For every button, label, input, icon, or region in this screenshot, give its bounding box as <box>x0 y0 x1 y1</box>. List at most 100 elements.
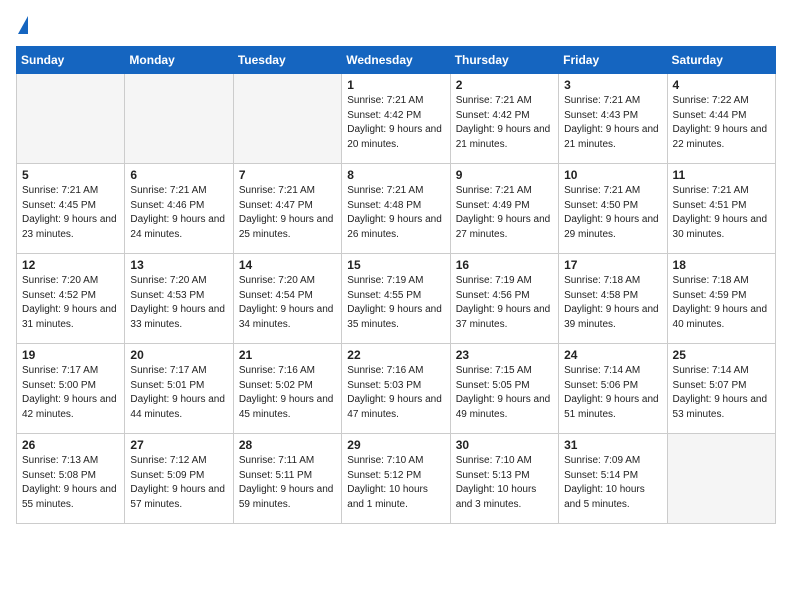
day-info: Sunrise: 7:19 AMSunset: 4:55 PMDaylight:… <box>347 274 444 332</box>
day-info: Sunrise: 7:14 AMSunset: 5:06 PMDaylight:… <box>564 364 661 422</box>
day-cell: 14 Sunrise: 7:20 AMSunset: 4:54 PMDayligh… <box>233 254 341 344</box>
day-cell: 25 Sunrise: 7:14 AMSunset: 5:07 PMDayligh… <box>667 344 775 434</box>
day-cell: 4 Sunrise: 7:22 AMSunset: 4:44 PMDaylight… <box>667 74 775 164</box>
day-cell: 23 Sunrise: 7:15 AMSunset: 5:05 PMDayligh… <box>450 344 558 434</box>
day-number: 19 <box>22 348 119 362</box>
day-cell: 9 Sunrise: 7:21 AMSunset: 4:49 PMDaylight… <box>450 164 558 254</box>
day-number: 14 <box>239 258 336 272</box>
day-number: 28 <box>239 438 336 452</box>
weekday-header-saturday: Saturday <box>667 47 775 74</box>
day-info: Sunrise: 7:21 AMSunset: 4:47 PMDaylight:… <box>239 184 336 242</box>
day-info: Sunrise: 7:21 AMSunset: 4:45 PMDaylight:… <box>22 184 119 242</box>
day-number: 22 <box>347 348 444 362</box>
day-cell: 7 Sunrise: 7:21 AMSunset: 4:47 PMDaylight… <box>233 164 341 254</box>
day-info: Sunrise: 7:13 AMSunset: 5:08 PMDaylight:… <box>22 454 119 512</box>
day-number: 13 <box>130 258 227 272</box>
day-number: 6 <box>130 168 227 182</box>
day-number: 17 <box>564 258 661 272</box>
weekday-header-tuesday: Tuesday <box>233 47 341 74</box>
day-info: Sunrise: 7:09 AMSunset: 5:14 PMDaylight:… <box>564 454 661 512</box>
day-number: 29 <box>347 438 444 452</box>
day-number: 8 <box>347 168 444 182</box>
day-cell: 10 Sunrise: 7:21 AMSunset: 4:50 PMDayligh… <box>559 164 667 254</box>
day-info: Sunrise: 7:18 AMSunset: 4:58 PMDaylight:… <box>564 274 661 332</box>
day-number: 15 <box>347 258 444 272</box>
day-info: Sunrise: 7:21 AMSunset: 4:49 PMDaylight:… <box>456 184 553 242</box>
calendar-body: 1Sunrise: 7:21 AMSunset: 4:42 PMDaylight… <box>17 74 776 524</box>
day-number: 11 <box>673 168 770 182</box>
day-number: 23 <box>456 348 553 362</box>
day-cell: 15 Sunrise: 7:19 AMSunset: 4:55 PMDayligh… <box>342 254 450 344</box>
day-info: Sunrise: 7:20 AMSunset: 4:53 PMDaylight:… <box>130 274 227 332</box>
weekday-header-monday: Monday <box>125 47 233 74</box>
day-info: Sunrise: 7:17 AMSunset: 5:00 PMDaylight:… <box>22 364 119 422</box>
day-cell: 8 Sunrise: 7:21 AMSunset: 4:48 PMDaylight… <box>342 164 450 254</box>
logo-triangle-icon <box>18 16 28 34</box>
day-number: 21 <box>239 348 336 362</box>
day-cell: 28 Sunrise: 7:11 AMSunset: 5:11 PMDayligh… <box>233 434 341 524</box>
day-number: 27 <box>130 438 227 452</box>
logo <box>16 16 28 34</box>
day-number: 2 <box>456 78 553 92</box>
day-number: 24 <box>564 348 661 362</box>
day-info: Sunrise: 7:21 AMSunset: 4:43 PMDaylight:… <box>564 94 661 152</box>
day-cell: 5Sunrise: 7:21 AMSunset: 4:45 PMDaylight… <box>17 164 125 254</box>
day-number: 12 <box>22 258 119 272</box>
day-info: Sunrise: 7:21 AMSunset: 4:42 PMDaylight:… <box>456 94 553 152</box>
day-cell <box>125 74 233 164</box>
day-info: Sunrise: 7:10 AMSunset: 5:13 PMDaylight:… <box>456 454 553 512</box>
day-number: 31 <box>564 438 661 452</box>
day-info: Sunrise: 7:15 AMSunset: 5:05 PMDaylight:… <box>456 364 553 422</box>
week-row-2: 5Sunrise: 7:21 AMSunset: 4:45 PMDaylight… <box>17 164 776 254</box>
day-info: Sunrise: 7:10 AMSunset: 5:12 PMDaylight:… <box>347 454 444 512</box>
day-info: Sunrise: 7:22 AMSunset: 4:44 PMDaylight:… <box>673 94 770 152</box>
weekday-header-row: SundayMondayTuesdayWednesdayThursdayFrid… <box>17 47 776 74</box>
day-number: 25 <box>673 348 770 362</box>
day-cell <box>233 74 341 164</box>
week-row-4: 19 Sunrise: 7:17 AMSunset: 5:00 PMDayligh… <box>17 344 776 434</box>
day-info: Sunrise: 7:20 AMSunset: 4:54 PMDaylight:… <box>239 274 336 332</box>
day-info: Sunrise: 7:18 AMSunset: 4:59 PMDaylight:… <box>673 274 770 332</box>
day-number: 10 <box>564 168 661 182</box>
day-info: Sunrise: 7:16 AMSunset: 5:02 PMDaylight:… <box>239 364 336 422</box>
day-number: 26 <box>22 438 119 452</box>
day-cell: 30 Sunrise: 7:10 AMSunset: 5:13 PMDayligh… <box>450 434 558 524</box>
weekday-header-thursday: Thursday <box>450 47 558 74</box>
day-info: Sunrise: 7:21 AMSunset: 4:46 PMDaylight:… <box>130 184 227 242</box>
day-number: 30 <box>456 438 553 452</box>
weekday-header-wednesday: Wednesday <box>342 47 450 74</box>
day-info: Sunrise: 7:14 AMSunset: 5:07 PMDaylight:… <box>673 364 770 422</box>
day-number: 20 <box>130 348 227 362</box>
day-cell: 24 Sunrise: 7:14 AMSunset: 5:06 PMDayligh… <box>559 344 667 434</box>
day-cell: 11 Sunrise: 7:21 AMSunset: 4:51 PMDayligh… <box>667 164 775 254</box>
day-cell: 19 Sunrise: 7:17 AMSunset: 5:00 PMDayligh… <box>17 344 125 434</box>
day-info: Sunrise: 7:21 AMSunset: 4:48 PMDaylight:… <box>347 184 444 242</box>
day-cell: 16Sunrise: 7:19 AMSunset: 4:56 PMDayligh… <box>450 254 558 344</box>
calendar-table: SundayMondayTuesdayWednesdayThursdayFrid… <box>16 46 776 524</box>
week-row-3: 12 Sunrise: 7:20 AMSunset: 4:52 PMDayligh… <box>17 254 776 344</box>
day-number: 4 <box>673 78 770 92</box>
day-number: 7 <box>239 168 336 182</box>
day-cell: 6 Sunrise: 7:21 AMSunset: 4:46 PMDaylight… <box>125 164 233 254</box>
day-cell: 12 Sunrise: 7:20 AMSunset: 4:52 PMDayligh… <box>17 254 125 344</box>
day-cell: 31 Sunrise: 7:09 AMSunset: 5:14 PMDayligh… <box>559 434 667 524</box>
day-cell: 27 Sunrise: 7:12 AMSunset: 5:09 PMDayligh… <box>125 434 233 524</box>
day-number: 9 <box>456 168 553 182</box>
day-number: 3 <box>564 78 661 92</box>
day-info: Sunrise: 7:21 AMSunset: 4:50 PMDaylight:… <box>564 184 661 242</box>
day-info: Sunrise: 7:20 AMSunset: 4:52 PMDaylight:… <box>22 274 119 332</box>
day-info: Sunrise: 7:16 AMSunset: 5:03 PMDaylight:… <box>347 364 444 422</box>
day-cell: 2 Sunrise: 7:21 AMSunset: 4:42 PMDaylight… <box>450 74 558 164</box>
week-row-1: 1Sunrise: 7:21 AMSunset: 4:42 PMDaylight… <box>17 74 776 164</box>
weekday-header-friday: Friday <box>559 47 667 74</box>
day-cell: 29 Sunrise: 7:10 AMSunset: 5:12 PMDayligh… <box>342 434 450 524</box>
day-cell <box>17 74 125 164</box>
day-cell: 22 Sunrise: 7:16 AMSunset: 5:03 PMDayligh… <box>342 344 450 434</box>
day-cell: 21 Sunrise: 7:16 AMSunset: 5:02 PMDayligh… <box>233 344 341 434</box>
day-info: Sunrise: 7:11 AMSunset: 5:11 PMDaylight:… <box>239 454 336 512</box>
day-cell <box>667 434 775 524</box>
day-info: Sunrise: 7:12 AMSunset: 5:09 PMDaylight:… <box>130 454 227 512</box>
day-info: Sunrise: 7:21 AMSunset: 4:51 PMDaylight:… <box>673 184 770 242</box>
day-cell: 26 Sunrise: 7:13 AMSunset: 5:08 PMDayligh… <box>17 434 125 524</box>
day-info: Sunrise: 7:17 AMSunset: 5:01 PMDaylight:… <box>130 364 227 422</box>
